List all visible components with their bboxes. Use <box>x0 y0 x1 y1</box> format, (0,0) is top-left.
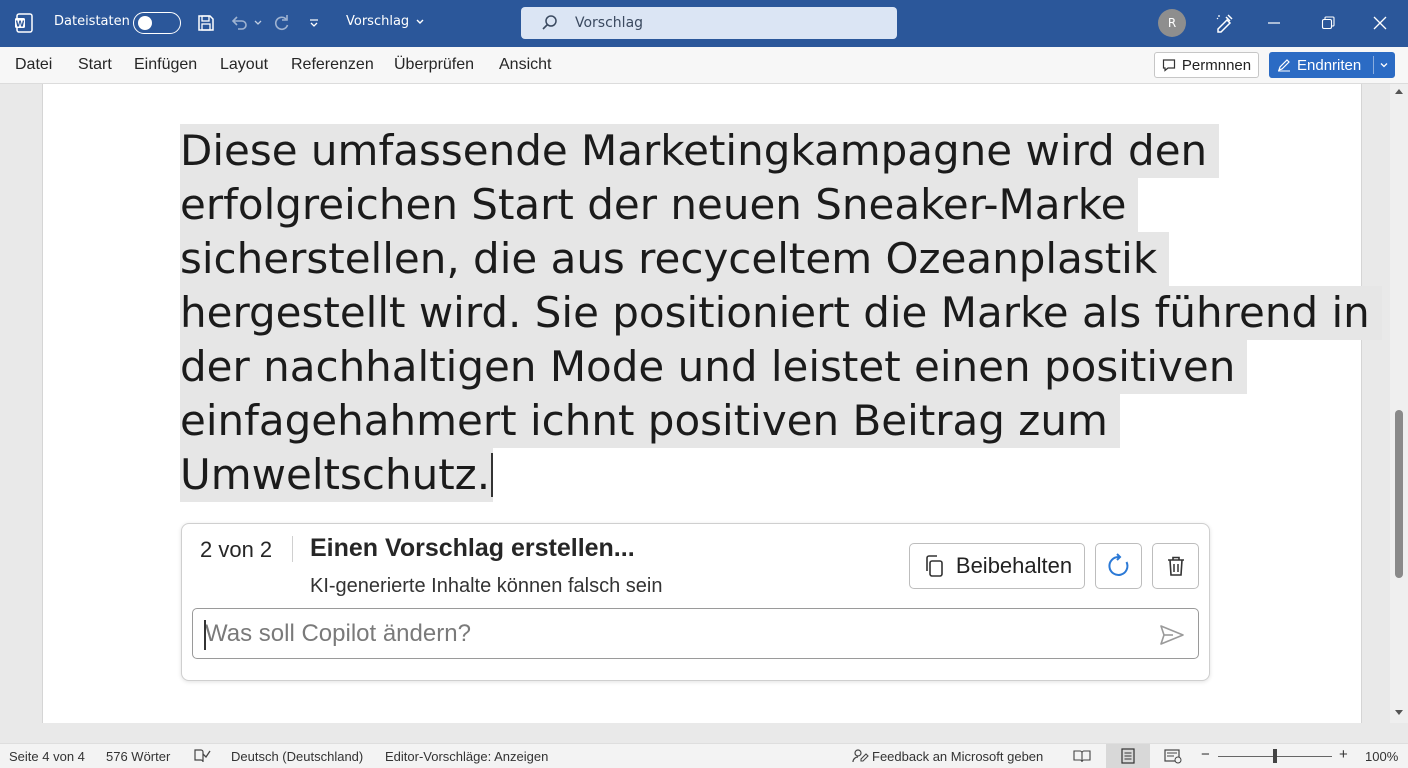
text-line[interactable]: erfolgreichen Start der neuen Sneaker-Ma… <box>180 178 1139 232</box>
suggestion-counter: 2 von 2 <box>200 537 273 562</box>
toggle-knob <box>138 16 152 30</box>
edit-mode-label: Endnriten <box>1297 56 1362 74</box>
avatar[interactable]: R <box>1158 9 1186 37</box>
close-button[interactable] <box>1364 8 1396 38</box>
scroll-up-arrow-icon[interactable] <box>1394 87 1404 97</box>
word-icon[interactable]: W <box>14 12 36 34</box>
copilot-prompt-box[interactable] <box>192 608 1199 659</box>
document-name-label: Vorschlag <box>346 14 410 29</box>
redo-icon[interactable] <box>270 12 292 34</box>
discard-button[interactable] <box>1152 543 1199 589</box>
autosave-label: Dateistaten <box>54 14 130 29</box>
trash-icon <box>1167 556 1184 576</box>
ai-disclaimer: KI-generierte Inhalte können falsch sein <box>310 575 663 597</box>
comments-label: Permnnen <box>1181 56 1252 74</box>
text-cursor <box>491 453 493 497</box>
zoom-slider-thumb[interactable] <box>1273 749 1277 763</box>
scroll-down-arrow-icon[interactable] <box>1394 707 1404 717</box>
word-count[interactable]: 576 Wörter <box>106 749 170 764</box>
zoom-level[interactable]: 100% <box>1365 749 1398 764</box>
text-line-content: Umweltschutz. <box>180 450 491 499</box>
text-line[interactable]: der nachhaltigen Mode und leistet einen … <box>180 340 1248 394</box>
edit-mode-button[interactable]: Endnriten <box>1269 52 1395 78</box>
zoom-out-button[interactable]: − <box>1201 746 1210 763</box>
menu-referenzen[interactable]: Referenzen <box>291 56 374 74</box>
language-indicator[interactable]: Deutsch (Deutschland) <box>231 749 363 764</box>
text-line[interactable]: einfagehahmert ichnt positiven Beitrag z… <box>180 394 1120 448</box>
document-name[interactable]: Vorschlag <box>346 14 425 29</box>
copy-icon <box>926 555 943 577</box>
restore-button[interactable] <box>1312 8 1344 38</box>
menu-ueberpruefen[interactable]: Überprüfen <box>394 56 474 74</box>
search-box[interactable]: Vorschlag <box>521 7 897 39</box>
menu-start[interactable]: Start <box>78 56 112 74</box>
send-icon <box>1160 625 1184 645</box>
print-layout-icon[interactable] <box>1106 744 1150 768</box>
comment-icon <box>1162 59 1175 72</box>
proofing-icon[interactable] <box>192 747 212 765</box>
search-text: Vorschlag <box>575 15 644 31</box>
save-icon[interactable] <box>195 12 217 34</box>
minimize-button[interactable] <box>1258 8 1290 38</box>
edit-icon <box>1278 59 1290 72</box>
read-mode-icon[interactable] <box>1072 747 1092 765</box>
autosave-toggle[interactable] <box>133 12 181 34</box>
feedback-link[interactable]: Feedback an Microsoft geben <box>872 749 1043 764</box>
text-line[interactable]: sicherstellen, die aus recyceltem Ozeanp… <box>180 232 1170 286</box>
vertical-scrollbar[interactable] <box>1390 84 1408 723</box>
text-line[interactable]: Diese umfassende Marketingkampagne wird … <box>180 124 1220 178</box>
button-divider <box>1373 56 1374 74</box>
designer-icon[interactable] <box>1212 11 1236 35</box>
search-icon <box>542 15 557 30</box>
menu-einfuegen[interactable]: Einfügen <box>134 56 197 74</box>
page-indicator[interactable]: Seite 4 von 4 <box>9 749 85 764</box>
chevron-down-icon <box>416 19 424 24</box>
text-line[interactable]: hergestellt wird. Sie positioniert die M… <box>180 286 1382 340</box>
refresh-icon <box>1107 553 1128 576</box>
chevron-down-icon[interactable] <box>252 15 264 31</box>
text-cursor <box>204 620 206 650</box>
scrollbar-thumb[interactable] <box>1395 410 1403 578</box>
feedback-icon[interactable] <box>850 747 870 765</box>
divider <box>292 536 293 562</box>
text-line-last[interactable]: Umweltschutz. <box>180 448 493 502</box>
send-button[interactable] <box>1157 621 1187 649</box>
title-bar: W Dateistaten Vorschlag Vorschlag R <box>0 0 1408 47</box>
editor-suggestions[interactable]: Editor-Vorschläge: Anzeigen <box>385 749 548 764</box>
regenerate-button[interactable] <box>1095 543 1142 589</box>
web-layout-icon[interactable] <box>1163 747 1183 765</box>
copilot-prompt-input[interactable] <box>205 617 1145 651</box>
status-bar: Seite 4 von 4 576 Wörter Deutsch (Deutsc… <box>0 743 1408 768</box>
minimize-icon <box>1268 22 1280 24</box>
customize-toolbar-icon[interactable] <box>306 14 322 32</box>
undo-icon[interactable] <box>228 12 250 34</box>
svg-text:W: W <box>16 20 25 29</box>
zoom-in-button[interactable]: + <box>1339 746 1348 763</box>
chevron-down-icon[interactable] <box>1377 56 1391 74</box>
selected-paragraph[interactable]: Diese umfassende Marketingkampagne wird … <box>180 124 1382 502</box>
restore-icon <box>1321 16 1335 30</box>
comments-button[interactable]: Permnnen <box>1154 52 1259 78</box>
copilot-card: 2 von 2 Einen Vorschlag erstellen... KI-… <box>181 523 1210 681</box>
keep-button[interactable]: Beibehalten <box>909 543 1085 589</box>
ribbon-menu-bar: Datei Start Einfügen Layout Referenzen Ü… <box>0 47 1408 84</box>
close-icon <box>1373 16 1387 30</box>
menu-datei[interactable]: Datei <box>15 56 52 74</box>
keep-label: Beibehalten <box>955 553 1073 578</box>
copilot-status-title: Einen Vorschlag erstellen... <box>310 534 635 562</box>
menu-ansicht[interactable]: Ansicht <box>499 56 551 74</box>
menu-layout[interactable]: Layout <box>220 56 268 74</box>
